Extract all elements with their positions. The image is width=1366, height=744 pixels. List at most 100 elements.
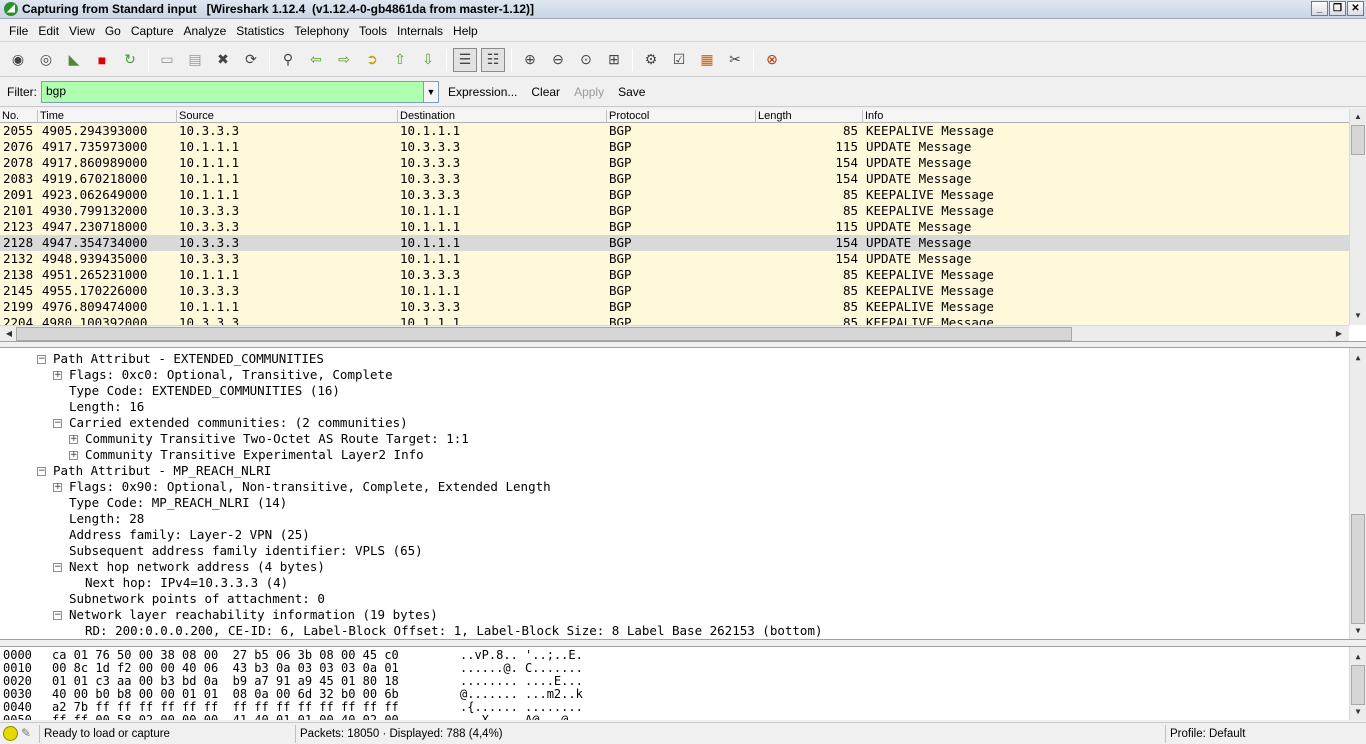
menu-analyze[interactable]: Analyze [179,24,232,38]
save-filter-button[interactable]: Save [618,85,645,99]
detail-tree-item[interactable]: Network layer reachability information (… [69,607,438,623]
detail-tree-item[interactable]: Type Code: EXTENDED_COMMUNITIES (16) [69,383,340,399]
detail-tree-item[interactable]: Flags: 0x90: Optional, Non-transitive, C… [69,479,551,495]
column-info[interactable]: Info [862,110,1349,123]
stop-capture-icon[interactable]: ■ [90,48,114,72]
menu-statistics[interactable]: Statistics [231,24,289,38]
status-profile-text[interactable]: Profile: Default [1165,725,1365,743]
hex-offset[interactable]: 0050 [3,714,32,721]
coloring-rules-icon[interactable]: ▦ [695,48,719,72]
detail-tree-item[interactable]: Length: 16 [69,399,144,415]
menu-internals[interactable]: Internals [392,24,448,38]
packet-list-hscroll[interactable]: ◀ ▶ [0,325,1349,341]
detail-tree-item[interactable]: Community Transitive Experimental Layer2… [85,447,424,463]
detail-tree-item[interactable]: Subsequent address family identifier: VP… [69,543,423,559]
capture-filters-icon[interactable]: ⚙ [639,48,663,72]
collapse-icon[interactable]: − [37,355,46,364]
go-first-icon[interactable]: ⇧ [388,48,412,72]
zoom-in-icon[interactable]: ⊕ [518,48,542,72]
packet-list-vscroll[interactable]: ▲ ▼ [1349,109,1366,325]
find-packet-icon[interactable]: ⚲ [276,48,300,72]
clear-button[interactable]: Clear [531,85,560,99]
detail-tree-item[interactable]: Length: 28 [69,511,144,527]
column-source[interactable]: Source [176,110,397,123]
help-icon[interactable]: ⊗ [760,48,784,72]
start-capture-icon[interactable]: ◣ [62,48,86,72]
colorize-icon[interactable]: ☰ [453,47,477,72]
collapse-icon[interactable]: − [37,467,46,476]
detail-tree-item[interactable]: Carried extended communities: (2 communi… [69,415,408,431]
detail-tree-item[interactable]: RD: 200:0.0.0.200, CE-ID: 6, Label-Block… [85,623,823,639]
collapse-icon[interactable]: − [53,563,62,572]
column-time[interactable]: Time [37,110,176,123]
go-last-icon[interactable]: ⇩ [416,48,440,72]
detail-tree-item[interactable]: Subnetwork points of attachment: 0 [69,591,325,607]
comment-icon[interactable]: ✎ [21,726,36,741]
resize-columns-icon[interactable]: ⊞ [602,48,626,72]
detail-tree-item[interactable]: Next hop: IPv4=10.3.3.3 (4) [85,575,288,591]
detail-tree-item[interactable]: Path Attribut - EXTENDED_COMMUNITIES [53,351,324,367]
scroll-down-icon[interactable]: ▼ [1351,624,1365,638]
go-back-icon[interactable]: ⇦ [304,48,328,72]
collapse-icon[interactable]: − [53,419,62,428]
detail-tree-item[interactable]: Community Transitive Two-Octet AS Route … [85,431,469,447]
packet-row[interactable]: 2076 4917.735973000 10.1.1.1 10.3.3.3 BGP UPD… [0,139,1349,155]
scroll-up-icon[interactable]: ▲ [1351,351,1365,365]
restore-button[interactable]: ❐ [1329,1,1346,16]
packet-row[interactable]: 2145 4955.170226000 10.3.3.3 10.1.1.1 BGP KEE… [0,283,1349,299]
menu-edit[interactable]: Edit [33,24,64,38]
column-destination[interactable]: Destination [397,110,606,123]
packet-row[interactable]: 2204 4980.100392000 10.3.3.3 10.1.1.1 BGP KEE… [0,315,1349,325]
packet-detail-vscroll[interactable]: ▲ ▼ [1349,348,1366,639]
packet-row[interactable]: 2101 4930.799132000 10.3.3.3 10.1.1.1 BGP KEE… [0,203,1349,219]
expand-icon[interactable]: + [53,483,62,492]
column-length[interactable]: Length [755,110,862,123]
scroll-thumb[interactable] [1351,514,1365,624]
menu-help[interactable]: Help [448,24,483,38]
packet-row[interactable]: 2055 4905.294393000 10.3.3.3 10.1.1.1 BGP KEE… [0,123,1349,139]
save-file-icon[interactable]: ▤ [183,48,207,72]
close-button[interactable]: ✕ [1347,1,1364,16]
detail-tree-item[interactable]: Path Attribut - MP_REACH_NLRI [53,463,271,479]
menu-telephony[interactable]: Telephony [289,24,354,38]
scroll-right-icon[interactable]: ▶ [1332,327,1346,341]
minimize-button[interactable]: _ [1311,1,1328,16]
interface-list-icon[interactable]: ◉ [6,48,30,72]
filter-dropdown-icon[interactable]: ▼ [424,81,439,103]
scroll-left-icon[interactable]: ◀ [2,327,16,341]
filter-input[interactable]: bgp [41,81,424,103]
packet-bytes-vscroll[interactable]: ▲ ▼ [1349,647,1366,720]
expand-icon[interactable]: + [53,371,62,380]
packet-row[interactable]: 2091 4923.062649000 10.1.1.1 10.3.3.3 BGP KEE… [0,187,1349,203]
packet-row[interactable]: 2199 4976.809474000 10.1.1.1 10.3.3.3 BGP KEE… [0,299,1349,315]
expert-info-icon[interactable] [3,726,18,741]
scroll-up-icon[interactable]: ▲ [1351,110,1365,124]
expand-icon[interactable]: + [69,451,78,460]
hex-bytes[interactable]: ff ff 00 58 02 00 00 00 41 40 01 01 00 4… [52,714,399,721]
apply-button[interactable]: Apply [574,85,604,99]
scroll-thumb[interactable] [16,327,1072,341]
zoom-normal-icon[interactable]: ⊙ [574,48,598,72]
packet-row[interactable]: 2123 4947.230718000 10.3.3.3 10.1.1.1 BGP UPD… [0,219,1349,235]
menu-capture[interactable]: Capture [126,24,179,38]
capture-options-icon[interactable]: ◎ [34,48,58,72]
packet-row[interactable]: 2078 4917.860989000 10.1.1.1 10.3.3.3 BGP UPD… [0,155,1349,171]
autoscroll-icon[interactable]: ☷ [481,47,505,72]
packet-row[interactable]: 2138 4951.265231000 10.1.1.1 10.3.3.3 BGP KEE… [0,267,1349,283]
hex-ascii[interactable]: ...X.... A@...@.. [460,714,583,721]
close-file-icon[interactable]: ✖ [211,48,235,72]
packet-row[interactable]: 2128 4947.354734000 10.3.3.3 10.1.1.1 BGP UPD… [0,235,1349,251]
menu-go[interactable]: Go [100,24,126,38]
scroll-thumb[interactable] [1351,125,1365,155]
packet-row[interactable]: 2132 4948.939435000 10.3.3.3 10.1.1.1 BGP UPD… [0,251,1349,267]
expand-icon[interactable]: + [69,435,78,444]
packet-row[interactable]: 2083 4919.670218000 10.1.1.1 10.3.3.3 BGP UPD… [0,171,1349,187]
scroll-down-icon[interactable]: ▼ [1351,705,1365,719]
scroll-down-icon[interactable]: ▼ [1351,309,1365,323]
column-no[interactable]: No. [0,110,19,123]
scroll-up-icon[interactable]: ▲ [1351,650,1365,664]
restart-capture-icon[interactable]: ↻ [118,48,142,72]
scroll-thumb[interactable] [1351,665,1365,705]
display-filters-icon[interactable]: ☑ [667,48,691,72]
preferences-icon[interactable]: ✂ [723,48,747,72]
